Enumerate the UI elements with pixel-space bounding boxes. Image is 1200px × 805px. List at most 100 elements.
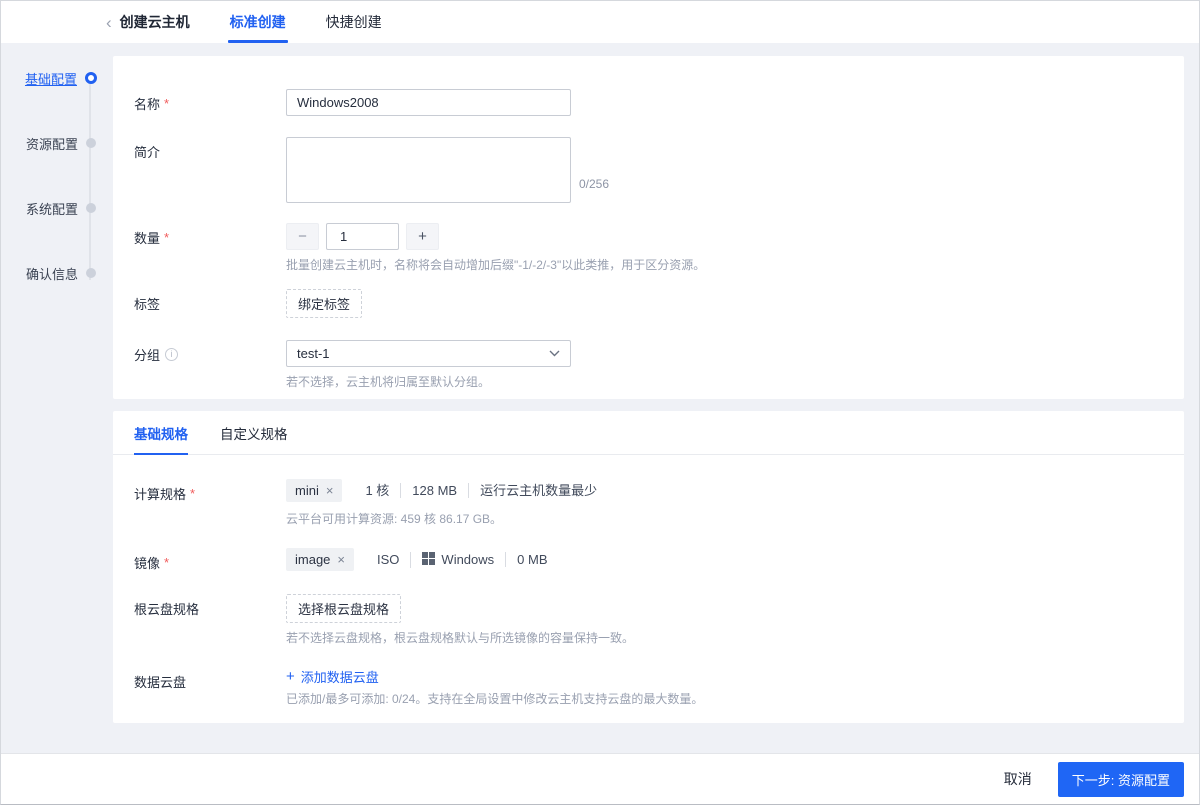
step-confirm-info[interactable]: 确认信息 bbox=[1, 261, 113, 285]
cancel-button[interactable]: 取消 bbox=[1004, 769, 1032, 789]
description-row: 简介 0/256 bbox=[134, 137, 1164, 203]
group-hint: 若不选择，云主机将归属至默认分组。 bbox=[286, 375, 491, 389]
tag-text: mini bbox=[295, 483, 319, 498]
remove-tag-icon[interactable]: × bbox=[337, 553, 345, 566]
spec-tabs: 基础规格 自定义规格 bbox=[113, 411, 1184, 455]
step-system-config[interactable]: 系统配置 bbox=[1, 196, 113, 220]
step-dot-icon bbox=[86, 138, 96, 148]
label-text: 名称 bbox=[134, 97, 161, 112]
image-details: ISO Windows 0 MB bbox=[366, 551, 559, 568]
create-vm-page: ‹ 创建云主机 标准创建 快捷创建 基础配置 资源配置 系统配置 确认信息 名称… bbox=[0, 0, 1200, 805]
tab-label: 标准创建 bbox=[229, 14, 286, 30]
label-text: 分组 bbox=[134, 348, 161, 363]
spec-cpu: 1 核 bbox=[365, 483, 390, 498]
label-text: 数据云盘 bbox=[134, 675, 187, 690]
quantity-label: 数量 * bbox=[134, 223, 286, 247]
tag-text: image bbox=[295, 552, 331, 567]
step-resource-config[interactable]: 资源配置 bbox=[1, 131, 113, 155]
required-asterisk: * bbox=[190, 486, 196, 501]
add-data-disk-text: 添加数据云盘 bbox=[300, 670, 379, 685]
label-text: 计算规格 bbox=[134, 487, 187, 502]
data-disk-label: 数据云盘 bbox=[134, 667, 286, 691]
top-bar: ‹ 创建云主机 标准创建 快捷创建 bbox=[1, 1, 1199, 43]
image-platform: Windows bbox=[410, 551, 505, 568]
required-asterisk: * bbox=[164, 230, 170, 245]
data-disk-hint: 已添加/最多可添加: 0/24。支持在全局设置中修改云主机支持云盘的最大数量。 bbox=[286, 692, 704, 706]
image-format: ISO bbox=[377, 552, 400, 567]
group-row: 分组 i test-1 若不选择，云主机将归属至默认分组。 bbox=[134, 340, 1164, 390]
quantity-decrease-button[interactable]: − bbox=[286, 223, 319, 250]
footer-bar: 取消 下一步: 资源配置 bbox=[1, 753, 1199, 804]
select-root-disk-button[interactable]: 选择根云盘规格 bbox=[286, 594, 402, 623]
windows-icon bbox=[422, 551, 436, 568]
group-label: 分组 i bbox=[134, 340, 286, 364]
chevron-left-icon: ‹ bbox=[106, 12, 112, 32]
quantity-increase-button[interactable]: + bbox=[406, 223, 439, 250]
tab-label: 快捷创建 bbox=[325, 14, 382, 30]
spec-memory: 128 MB bbox=[400, 483, 468, 498]
required-asterisk: * bbox=[164, 96, 170, 111]
quantity-row: 数量 * − + 批量创建云主机时，名称将会自动增加后缀"-1/-2/-3"以此… bbox=[134, 223, 1164, 273]
compute-resource-hint: 云平台可用计算资源: 459 核 86.17 GB。 bbox=[286, 512, 503, 526]
label-text: 数量 bbox=[134, 231, 161, 246]
back-button[interactable]: ‹ 创建云主机 bbox=[106, 1, 190, 43]
image-row: 镜像 * image × ISO Windows 0 MB bbox=[134, 548, 1164, 572]
basic-config-card: 名称 * 简介 0/256 bbox=[113, 56, 1184, 399]
label-text: 镜像 bbox=[134, 556, 161, 571]
plus-icon: + bbox=[286, 668, 295, 685]
root-disk-row: 根云盘规格 选择根云盘规格 若不选择云盘规格，根云盘规格默认与所选镜像的容量保持… bbox=[134, 594, 1164, 646]
compute-spec-tag: mini × bbox=[286, 479, 343, 502]
name-input[interactable] bbox=[286, 89, 571, 116]
step-dot-icon bbox=[86, 203, 96, 213]
data-disk-row: 数据云盘 + 添加数据云盘 已添加/最多可添加: 0/24。支持在全局设置中修改… bbox=[134, 667, 1164, 707]
step-label: 基础配置 bbox=[24, 71, 77, 87]
label-text: 简介 bbox=[134, 145, 161, 160]
info-icon: i bbox=[165, 348, 179, 361]
step-dot-icon bbox=[85, 72, 97, 84]
name-label: 名称 * bbox=[134, 89, 286, 113]
tab-basic-spec[interactable]: 基础规格 bbox=[134, 411, 188, 455]
image-tag: image × bbox=[286, 548, 355, 571]
compute-spec-details: 1 核 128 MB 运行云主机数量最少 bbox=[354, 483, 608, 498]
label-text: 根云盘规格 bbox=[134, 602, 200, 617]
quantity-hint: 批量创建云主机时，名称将会自动增加后缀"-1/-2/-3"以此类推，用于区分资源… bbox=[286, 258, 706, 272]
name-row: 名称 * bbox=[134, 89, 1164, 116]
step-dot-icon bbox=[86, 268, 96, 278]
tab-quick-create[interactable]: 快捷创建 bbox=[326, 1, 382, 43]
spec-card: 基础规格 自定义规格 计算规格 * mini × 1 核 128 MB 运行云主… bbox=[113, 411, 1184, 723]
tag-row: 标签 绑定标签 bbox=[134, 289, 1164, 318]
root-disk-hint: 若不选择云盘规格，根云盘规格默认与所选镜像的容量保持一致。 bbox=[286, 631, 635, 645]
step-label: 系统配置 bbox=[25, 201, 78, 217]
platform-text: Windows bbox=[441, 551, 495, 567]
tab-label: 自定义规格 bbox=[220, 426, 288, 442]
compute-spec-label: 计算规格 * bbox=[134, 479, 286, 503]
image-size: 0 MB bbox=[505, 552, 558, 567]
add-data-disk-link[interactable]: + 添加数据云盘 bbox=[286, 667, 379, 686]
step-basic-config[interactable]: 基础配置 bbox=[1, 66, 113, 90]
main-column: 名称 * 简介 0/256 bbox=[113, 56, 1184, 753]
required-asterisk: * bbox=[164, 555, 170, 570]
image-label: 镜像 * bbox=[134, 548, 286, 572]
page-title: 创建云主机 bbox=[119, 14, 190, 30]
step-label: 确认信息 bbox=[25, 266, 78, 282]
bind-tag-button[interactable]: 绑定标签 bbox=[286, 289, 363, 318]
quantity-stepper: − + bbox=[286, 223, 1164, 250]
group-select[interactable]: test-1 bbox=[286, 340, 571, 367]
remove-tag-icon[interactable]: × bbox=[326, 484, 334, 497]
tab-custom-spec[interactable]: 自定义规格 bbox=[220, 411, 288, 454]
description-textarea[interactable] bbox=[286, 137, 571, 203]
spec-note: 运行云主机数量最少 bbox=[468, 483, 608, 498]
root-disk-label: 根云盘规格 bbox=[134, 594, 286, 618]
step-label: 资源配置 bbox=[25, 136, 78, 152]
content-area: 基础配置 资源配置 系统配置 确认信息 名称 * Windows2008 简介 … bbox=[1, 43, 1199, 753]
next-step-button[interactable]: 下一步: 资源配置 bbox=[1057, 761, 1184, 797]
stepper-connector-line bbox=[89, 84, 91, 280]
group-selected-value: test-1 bbox=[297, 346, 330, 361]
tag-label: 标签 bbox=[134, 289, 286, 313]
tab-standard-create[interactable]: 标准创建 bbox=[227, 1, 288, 43]
chevron-down-icon bbox=[549, 350, 560, 357]
wizard-stepper: 基础配置 资源配置 系统配置 确认信息 bbox=[1, 56, 113, 753]
compute-spec-row: 计算规格 * mini × 1 核 128 MB 运行云主机数量最少 云平台可用… bbox=[134, 479, 1164, 527]
description-label: 简介 bbox=[134, 137, 286, 161]
quantity-input[interactable] bbox=[326, 223, 399, 250]
